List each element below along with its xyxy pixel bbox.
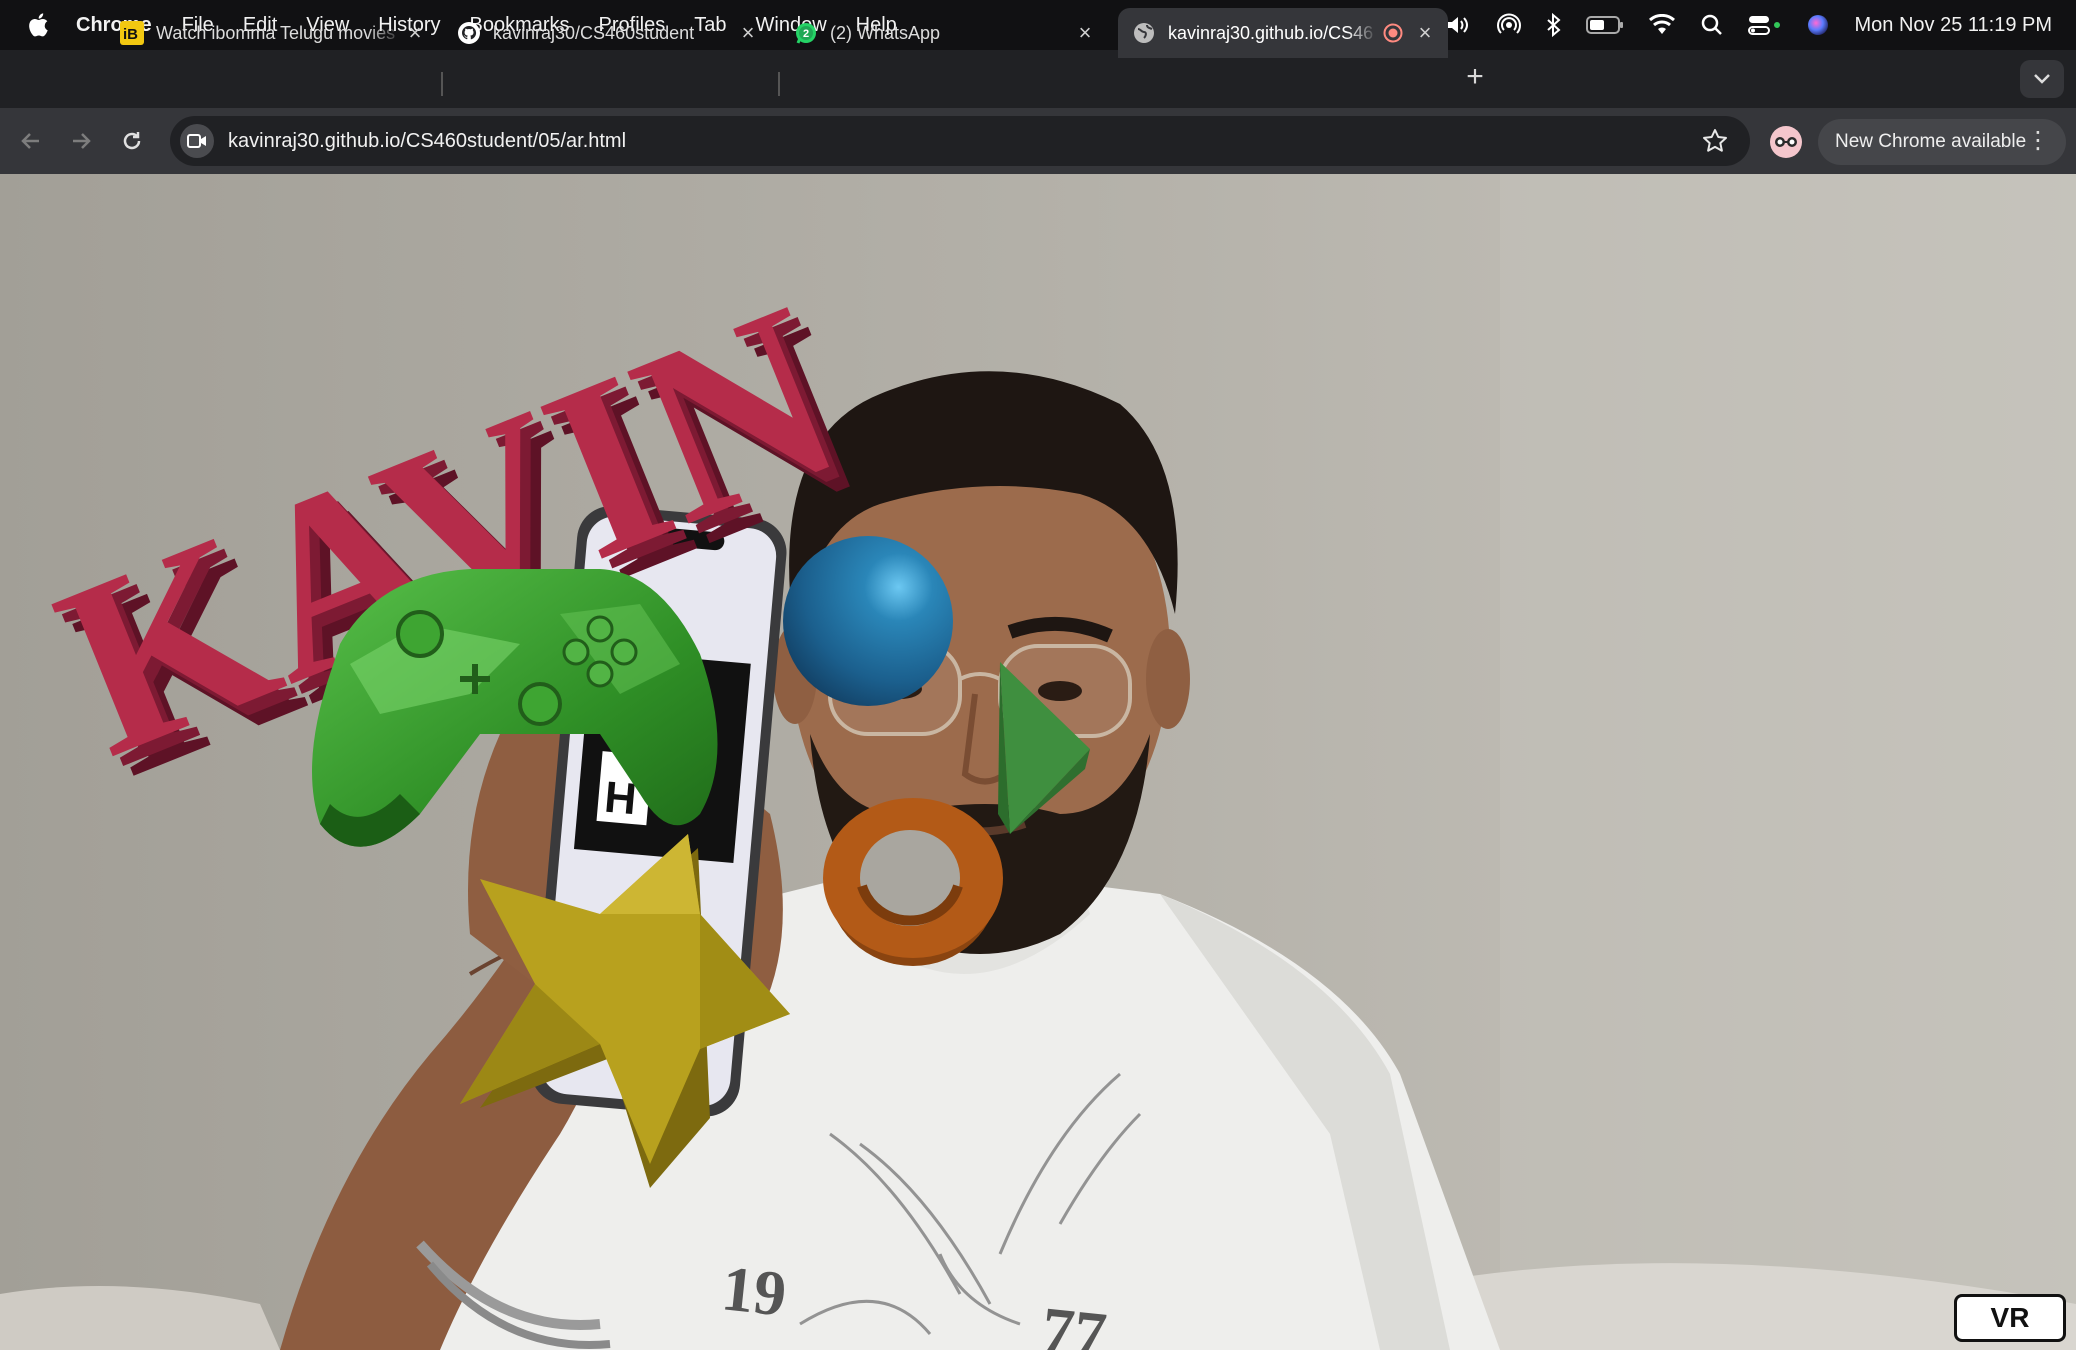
close-icon[interactable]: × bbox=[1074, 20, 1096, 45]
menu-bar-clock[interactable]: Mon Nov 25 11:19 PM bbox=[1854, 14, 2052, 37]
close-icon[interactable]: × bbox=[737, 20, 759, 45]
browser-tab-strip bbox=[0, 50, 2076, 108]
forward-button[interactable] bbox=[64, 124, 98, 158]
camera-in-use-icon[interactable] bbox=[180, 124, 214, 158]
airdrop-icon[interactable] bbox=[1496, 12, 1522, 38]
arrow-left-icon bbox=[21, 133, 39, 149]
close-icon[interactable]: × bbox=[1414, 20, 1436, 45]
url-text[interactable]: kavinraj30.github.io/CS460student/05/ar.… bbox=[228, 130, 626, 153]
svg-text:iB: iB bbox=[123, 26, 138, 43]
new-tab-button[interactable]: + bbox=[1460, 62, 1490, 92]
shirt-print-year-left: 19 bbox=[719, 1252, 790, 1329]
arrow-right-icon bbox=[73, 133, 91, 149]
tab-separator bbox=[441, 72, 443, 96]
ar-scene: 19 77 H KAVIN KAVIN KAVIN bbox=[0, 174, 2076, 1350]
tab-separator bbox=[778, 72, 780, 96]
tab-title: (2) WhatsApp bbox=[830, 22, 941, 43]
siri-icon[interactable] bbox=[1806, 13, 1830, 37]
github-icon bbox=[457, 21, 481, 45]
globe-icon bbox=[1132, 21, 1156, 45]
whatsapp-badge: 2 bbox=[803, 28, 809, 40]
control-center-icon[interactable] bbox=[1748, 13, 1782, 37]
tab-search-button[interactable] bbox=[2020, 60, 2064, 98]
tab-ar-page[interactable]: kavinraj30.github.io/CS46 × bbox=[1118, 8, 1448, 58]
update-label: New Chrome available bbox=[1835, 131, 2027, 152]
wifi-icon[interactable] bbox=[1648, 14, 1676, 36]
apple-menu-icon[interactable] bbox=[0, 12, 76, 38]
tab-title: Watch ibomma Telugu movies bbox=[156, 22, 396, 43]
tab-github[interactable]: kavinraj30/CS460student × bbox=[445, 8, 771, 58]
battery-icon[interactable] bbox=[1586, 15, 1624, 35]
back-button[interactable] bbox=[14, 124, 48, 158]
glasses-avatar-icon bbox=[1775, 137, 1797, 147]
chevron-down-icon bbox=[2034, 74, 2050, 84]
bookmark-star-icon[interactable] bbox=[1702, 128, 1728, 159]
recording-indicator-icon bbox=[1382, 22, 1404, 44]
more-menu-icon[interactable]: ⋮ bbox=[2026, 129, 2050, 153]
tab-whatsapp[interactable]: 2 (2) WhatsApp × bbox=[782, 8, 1108, 58]
tab-title: kavinraj30.github.io/CS46 bbox=[1168, 22, 1374, 43]
blue-sphere bbox=[783, 536, 953, 706]
tab-title: kavinraj30/CS460student bbox=[493, 22, 695, 43]
whatsapp-icon: 2 bbox=[794, 21, 818, 45]
browser-toolbar: kavinraj30.github.io/CS460student/05/ar.… bbox=[0, 108, 2076, 174]
profile-avatar[interactable] bbox=[1770, 126, 1802, 158]
tab-ibomma[interactable]: iB Watch ibomma Telugu movies × bbox=[108, 8, 438, 58]
shirt-print-year-right: 77 bbox=[1039, 1293, 1110, 1350]
wall-highlight bbox=[1500, 174, 2076, 1350]
reload-button[interactable] bbox=[115, 124, 149, 158]
close-icon[interactable]: × bbox=[404, 20, 426, 45]
chrome-update-button[interactable]: New Chrome available ⋮ bbox=[1818, 119, 2066, 165]
ar-camera-viewport[interactable]: 19 77 H KAVIN KAVIN KAVIN VR bbox=[0, 174, 2076, 1350]
spotlight-icon[interactable] bbox=[1700, 13, 1724, 37]
vr-enter-button[interactable]: VR bbox=[1954, 1294, 2066, 1342]
address-bar[interactable]: kavinraj30.github.io/CS460student/05/ar.… bbox=[170, 116, 1750, 166]
ibomma-icon: iB bbox=[120, 21, 144, 45]
bluetooth-icon[interactable] bbox=[1546, 12, 1562, 38]
reload-icon bbox=[123, 132, 141, 150]
volume-icon[interactable] bbox=[1444, 13, 1472, 37]
